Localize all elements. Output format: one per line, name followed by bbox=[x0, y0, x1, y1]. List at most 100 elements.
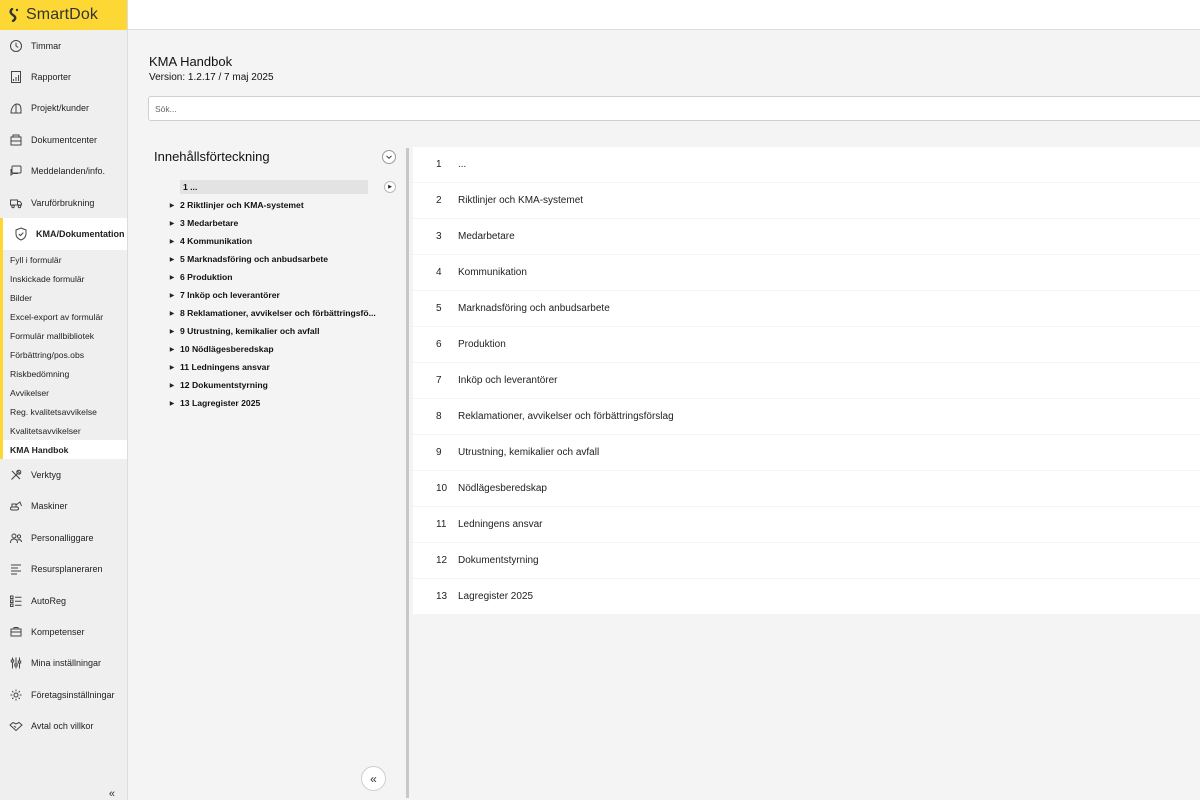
toc-item[interactable]: ▶ 7 Inköp och leverantörer bbox=[168, 286, 398, 304]
panel-splitter[interactable] bbox=[406, 148, 409, 798]
toc-item-label: 9 Utrustning, kemikalier och avfall bbox=[180, 326, 320, 336]
sidebar-item-kma-dokumentation[interactable]: KMA/Dokumentation bbox=[0, 218, 127, 251]
chapter-row[interactable]: 10 Nödlägesberedskap bbox=[413, 471, 1200, 506]
sidebar-subitem-avvikelser[interactable]: Avvikelser bbox=[3, 383, 127, 402]
toc-item[interactable]: ▶ 11 Ledningens ansvar bbox=[168, 358, 398, 376]
chapter-title: Lagregister 2025 bbox=[458, 591, 534, 602]
toc-item-label: 10 Nödlägesberedskap bbox=[180, 344, 274, 354]
chapter-row[interactable]: 2 Riktlinjer och KMA-systemet bbox=[413, 183, 1200, 218]
sidebar-subitem-kma-handbok[interactable]: KMA Handbok bbox=[3, 440, 127, 460]
document-icon bbox=[8, 132, 23, 147]
sidebar-item-personalliggare[interactable]: Personalliggare bbox=[0, 522, 127, 553]
sidebar-item-label: Mina inställningar bbox=[31, 658, 102, 669]
expand-arrow-icon[interactable]: ▶ bbox=[168, 310, 176, 317]
toc-item[interactable]: ▶ 13 Lagregister 2025 bbox=[168, 394, 398, 412]
sidebar-item-kompetenser[interactable]: Kompetenser bbox=[0, 616, 127, 647]
chapter-number: 8 bbox=[436, 411, 442, 422]
sidebar-item-label: Personalliggare bbox=[31, 532, 94, 543]
chapter-title: Medarbetare bbox=[458, 231, 515, 242]
chapter-row[interactable]: 11 Ledningens ansvar bbox=[413, 507, 1200, 542]
sidebar-item-timmar[interactable]: Timmar bbox=[0, 30, 127, 61]
chapter-number: 9 bbox=[436, 447, 442, 458]
sidebar-subnav: Fyll i formulär Inskickade formulär Bilder… bbox=[0, 250, 127, 460]
chapter-title: Kommunikation bbox=[458, 267, 527, 278]
list-icon bbox=[8, 593, 23, 608]
sidebar-item-resursplaneraren[interactable]: Resursplaneraren bbox=[0, 554, 127, 585]
expand-arrow-icon[interactable]: ▶ bbox=[168, 274, 176, 281]
sidebar-subitem-bilder[interactable]: Bilder bbox=[3, 288, 127, 307]
sidebar-item-mina-inställningar[interactable]: Mina inställningar bbox=[0, 648, 127, 679]
toc-item-label: 12 Dokumentstyrning bbox=[180, 380, 268, 390]
toc-collapse-button[interactable]: « bbox=[361, 766, 386, 791]
sidebar-item-meddelanden-info[interactable]: Meddelanden/info. bbox=[0, 156, 127, 187]
toc-item[interactable]: ▶ 3 Medarbetare bbox=[168, 214, 398, 232]
sidebar-nav-bottom: Verktyg Maskiner Personalliggare Resursplan… bbox=[0, 459, 127, 742]
expand-arrow-icon[interactable]: ▶ bbox=[168, 202, 176, 209]
chapter-row[interactable]: 1... bbox=[413, 147, 1200, 182]
chapter-row[interactable]: 5 Marknadsföring och anbudsarbete bbox=[413, 291, 1200, 326]
sidebar-item-rapporter[interactable]: Rapporter bbox=[0, 61, 127, 92]
handshake-icon bbox=[8, 719, 23, 734]
sidebar-subitem-fyll-i-formulär[interactable]: Fyll i formulär bbox=[3, 250, 127, 269]
chapter-row[interactable]: 13 Lagregister 2025 bbox=[413, 579, 1200, 614]
toc-item[interactable]: ▶ 6 Produktion bbox=[168, 268, 398, 286]
clock-icon bbox=[8, 38, 23, 53]
expand-arrow-icon[interactable]: ▶ bbox=[168, 400, 176, 407]
toc-item[interactable]: ▶ 9 Utrustning, kemikalier och avfall bbox=[168, 322, 398, 340]
toc-title: Innehållsförteckning bbox=[154, 149, 270, 164]
sidebar-subitem-kvalitetsavvikelser[interactable]: Kvalitetsavvikelser bbox=[3, 421, 127, 440]
expand-arrow-icon[interactable]: ▶ bbox=[168, 328, 176, 335]
toc-item[interactable]: ▶ 5 Marknadsföring och anbudsarbete bbox=[168, 250, 398, 268]
sidebar-subitem-excel-export-av-formulär[interactable]: Excel-export av formulär bbox=[3, 307, 127, 326]
toc-toggle-button[interactable] bbox=[382, 150, 396, 164]
people-icon bbox=[8, 530, 23, 545]
sidebar-subitem-riskbedömning[interactable]: Riskbedömning bbox=[3, 364, 127, 383]
toc-item[interactable]: ▶ 12 Dokumentstyrning bbox=[168, 376, 398, 394]
sidebar-item-projekt-kunder[interactable]: Projekt/kunder bbox=[0, 93, 127, 124]
sidebar-subitem-formulär-mallbibliotek[interactable]: Formulär mallbibliotek bbox=[3, 326, 127, 345]
chapter-title: Inköp och leverantörer bbox=[458, 375, 558, 386]
toc-item[interactable]: ▶ 2 Riktlinjer och KMA-systemet bbox=[168, 196, 398, 214]
sidebar-item-avtal-och-villkor[interactable]: Avtal och villkor bbox=[0, 710, 127, 741]
toc-item[interactable]: ▶ 8 Reklamationer, avvikelser och förbätt… bbox=[168, 304, 398, 322]
expand-arrow-icon[interactable]: ▶ bbox=[168, 238, 176, 245]
chapter-row[interactable]: 8 Reklamationer, avvikelser och förbättri… bbox=[413, 399, 1200, 434]
sidebar-item-varuförbrukning[interactable]: Varuförbrukning bbox=[0, 187, 127, 218]
expand-arrow-icon[interactable]: ▶ bbox=[168, 292, 176, 299]
chapter-title: Utrustning, kemikalier och avfall bbox=[458, 447, 600, 458]
sidebar-item-verktyg[interactable]: Verktyg bbox=[0, 459, 127, 490]
sidebar-item-label: Varuförbrukning bbox=[31, 197, 95, 208]
toc-item[interactable]: 1 ... ▶ bbox=[168, 178, 398, 196]
chapter-row[interactable]: 6 Produktion bbox=[413, 327, 1200, 362]
sidebar-subitem-reg-kvalitetsavvikelse[interactable]: Reg. kvalitetsavvikelse bbox=[3, 402, 127, 421]
expand-arrow-icon[interactable]: ▶ bbox=[168, 364, 176, 371]
chapter-number: 2 bbox=[436, 195, 442, 206]
chevron-down-icon bbox=[386, 155, 392, 160]
play-arrow-icon[interactable]: ▶ bbox=[384, 181, 396, 193]
sidebar-item-maskiner[interactable]: Maskiner bbox=[0, 491, 127, 522]
expand-arrow-icon[interactable]: ▶ bbox=[168, 382, 176, 389]
toc-item[interactable]: ▶ 10 Nödlägesberedskap bbox=[168, 340, 398, 358]
sidebar-item-autoreg[interactable]: AutoReg bbox=[0, 585, 127, 616]
sidebar-item-label: Kompetenser bbox=[31, 626, 85, 637]
expand-arrow-icon[interactable]: ▶ bbox=[168, 346, 176, 353]
chapter-row[interactable]: 4 Kommunikation bbox=[413, 255, 1200, 290]
chapter-number: 5 bbox=[436, 303, 442, 314]
chapter-title: Dokumentstyrning bbox=[458, 555, 539, 566]
sidebar-subitem-inskickade-formulär[interactable]: Inskickade formulär bbox=[3, 269, 127, 288]
toc-item[interactable]: ▶ 4 Kommunikation bbox=[168, 232, 398, 250]
search-input[interactable] bbox=[148, 96, 1200, 121]
app-logo[interactable]: SmartDok bbox=[0, 0, 127, 30]
message-icon bbox=[8, 164, 23, 179]
sidebar-item-företagsinställningar[interactable]: Företagsinställningar bbox=[0, 679, 127, 710]
chapter-row[interactable]: 7 Inköp och leverantörer bbox=[413, 363, 1200, 398]
sidebar-item-dokumentcenter[interactable]: Dokumentcenter bbox=[0, 124, 127, 155]
expand-arrow-icon[interactable]: ▶ bbox=[168, 220, 176, 227]
sidebar-subitem-förbättring-pos-obs[interactable]: Förbättring/pos.obs bbox=[3, 345, 127, 364]
chapter-row[interactable]: 3 Medarbetare bbox=[413, 219, 1200, 254]
chapter-row[interactable]: 12 Dokumentstyrning bbox=[413, 543, 1200, 578]
chapter-number: 6 bbox=[436, 339, 442, 350]
expand-arrow-icon[interactable]: ▶ bbox=[168, 256, 176, 263]
chapter-row[interactable]: 9 Utrustning, kemikalier och avfall bbox=[413, 435, 1200, 470]
sidebar-collapse-button[interactable]: « bbox=[109, 788, 115, 800]
